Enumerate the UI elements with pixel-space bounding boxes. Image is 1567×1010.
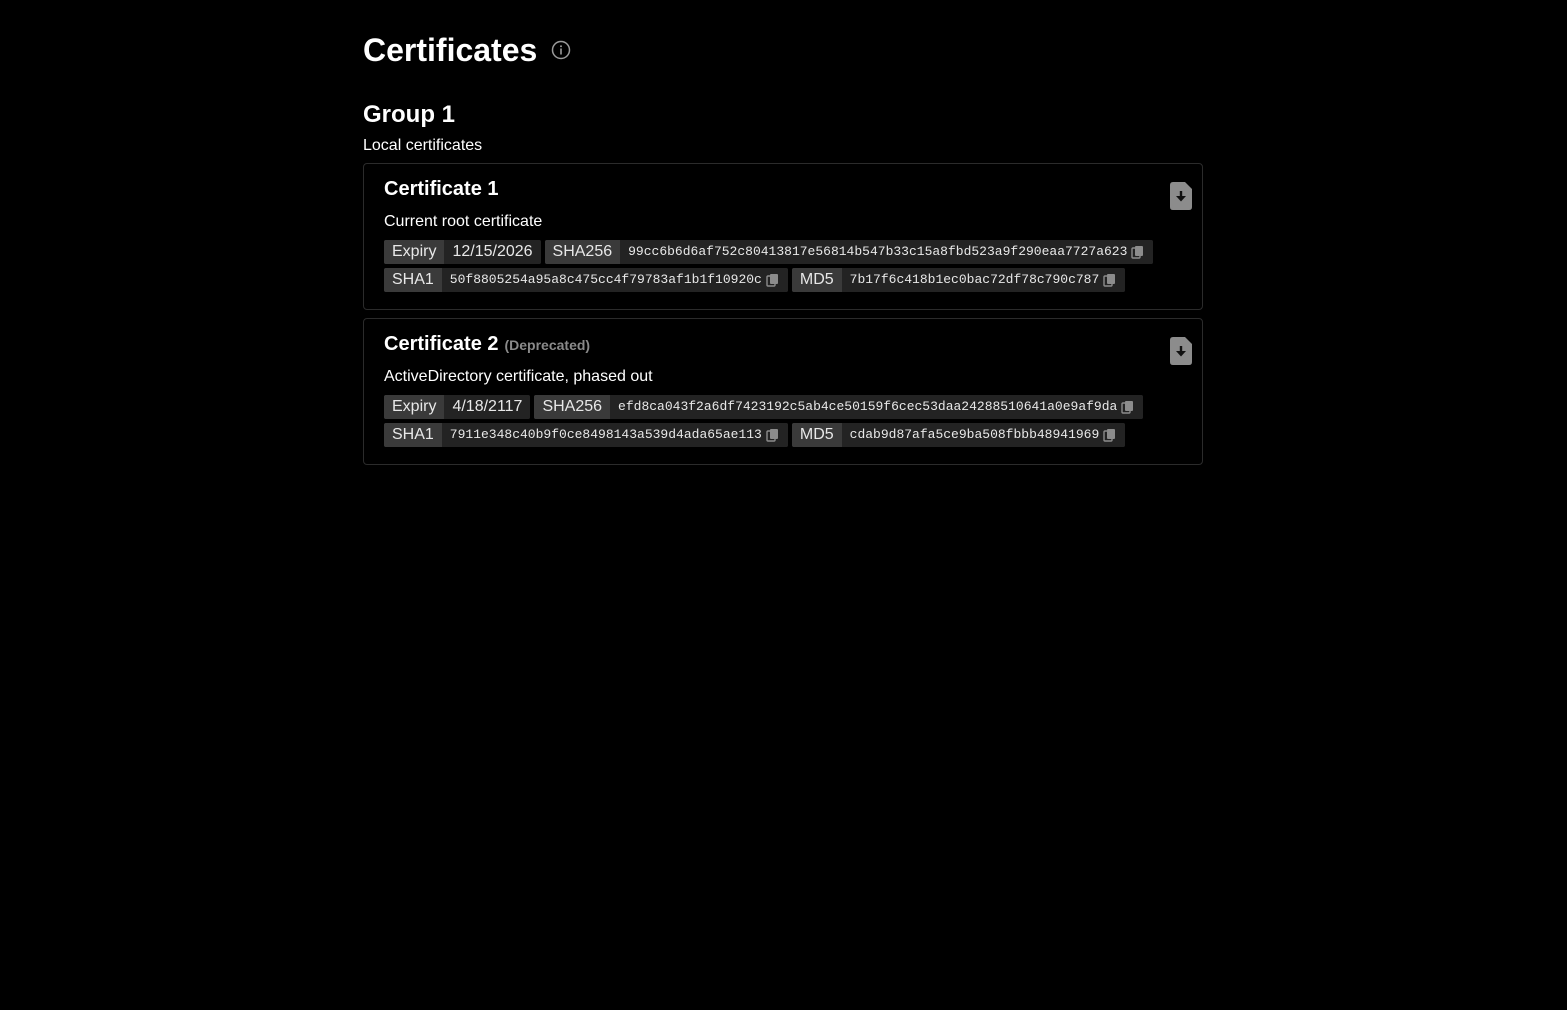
certificate-title: Certificate 2 bbox=[384, 333, 499, 355]
expiry-tag: Expiry 12/15/2026 bbox=[384, 240, 541, 264]
sha1-value: 7911e348c40b9f0ce8498143a539d4ada65ae113 bbox=[449, 427, 762, 442]
expiry-label: Expiry bbox=[384, 240, 445, 264]
copy-icon[interactable] bbox=[1103, 428, 1117, 442]
sha256-tag: SHA256 efd8ca043f2a6df7423192c5ab4ce5015… bbox=[534, 395, 1144, 419]
md5-value: 7b17f6c418b1ec0bac72df78c790c787 bbox=[849, 272, 1100, 287]
copy-icon[interactable] bbox=[1121, 400, 1135, 414]
sha1-value-wrap: 50f8805254a95a8c475cc4f79783af1b1f10920c bbox=[441, 268, 788, 292]
sha1-label: SHA1 bbox=[384, 423, 442, 447]
md5-value-wrap: 7b17f6c418b1ec0bac72df78c790c787 bbox=[841, 268, 1126, 292]
md5-label: MD5 bbox=[791, 423, 842, 447]
sha1-value-wrap: 7911e348c40b9f0ce8498143a539d4ada65ae113 bbox=[441, 423, 788, 447]
copy-icon[interactable] bbox=[1103, 273, 1117, 287]
certificate-tags-row: Expiry 4/18/2117 SHA256 efd8ca043f2a6df7… bbox=[384, 395, 1182, 419]
sha256-value: efd8ca043f2a6df7423192c5ab4ce50159f6cec5… bbox=[618, 399, 1118, 414]
sha256-label: SHA256 bbox=[544, 240, 621, 264]
expiry-label: Expiry bbox=[384, 395, 445, 419]
certificate-title: Certificate 1 bbox=[384, 178, 499, 200]
md5-label: MD5 bbox=[791, 268, 842, 292]
expiry-value: 4/18/2117 bbox=[444, 395, 531, 419]
sha1-label: SHA1 bbox=[384, 268, 442, 292]
certificate-tags-row: SHA1 7911e348c40b9f0ce8498143a539d4ada65… bbox=[384, 423, 1182, 447]
page-title: Certificates bbox=[363, 32, 538, 68]
md5-value-wrap: cdab9d87afa5ce9ba508fbbb48941969 bbox=[841, 423, 1126, 447]
info-icon[interactable] bbox=[551, 40, 571, 60]
sha256-tag: SHA256 99cc6b6d6af752c80413817e56814b547… bbox=[544, 240, 1154, 264]
certificate-title-row: Certificate 2 (Deprecated) bbox=[384, 333, 1182, 361]
copy-icon[interactable] bbox=[766, 273, 780, 287]
download-certificate-icon[interactable] bbox=[1170, 182, 1192, 210]
certificate-title-row: Certificate 1 bbox=[384, 178, 1182, 206]
certificate-status: (Deprecated) bbox=[504, 337, 591, 353]
certificate-list: Certificate 1 Current root certificate E… bbox=[363, 163, 1203, 473]
sha1-value: 50f8805254a95a8c475cc4f79783af1b1f10920c bbox=[449, 272, 762, 287]
sha256-value-wrap: 99cc6b6d6af752c80413817e56814b547b33c15a… bbox=[620, 240, 1154, 264]
certificate-description: ActiveDirectory certificate, phased out bbox=[384, 368, 653, 385]
sha256-label: SHA256 bbox=[534, 395, 611, 419]
certificate-card: Certificate 2 (Deprecated) ActiveDirecto… bbox=[363, 318, 1203, 465]
group-title: Group 1 bbox=[363, 101, 456, 128]
certificate-description: Current root certificate bbox=[384, 213, 543, 230]
page-header: Certificates bbox=[363, 25, 1203, 75]
copy-icon[interactable] bbox=[766, 428, 780, 442]
certificate-tags-row: Expiry 12/15/2026 SHA256 99cc6b6d6af752c… bbox=[384, 240, 1182, 264]
certificates-page: Certificates Group 1 Local certificates … bbox=[363, 0, 1203, 465]
copy-icon[interactable] bbox=[1131, 245, 1145, 259]
md5-tag: MD5 7b17f6c418b1ec0bac72df78c790c787 bbox=[791, 268, 1126, 292]
expiry-tag: Expiry 4/18/2117 bbox=[384, 395, 531, 419]
download-certificate-icon[interactable] bbox=[1170, 337, 1192, 365]
group-subtitle: Local certificates bbox=[363, 137, 483, 154]
md5-tag: MD5 cdab9d87afa5ce9ba508fbbb48941969 bbox=[791, 423, 1126, 447]
sha256-value: 99cc6b6d6af752c80413817e56814b547b33c15a… bbox=[628, 244, 1128, 259]
sha1-tag: SHA1 7911e348c40b9f0ce8498143a539d4ada65… bbox=[384, 423, 788, 447]
certificate-tags-row: SHA1 50f8805254a95a8c475cc4f79783af1b1f1… bbox=[384, 268, 1182, 292]
sha1-tag: SHA1 50f8805254a95a8c475cc4f79783af1b1f1… bbox=[384, 268, 788, 292]
sha256-value-wrap: efd8ca043f2a6df7423192c5ab4ce50159f6cec5… bbox=[610, 395, 1144, 419]
md5-value: cdab9d87afa5ce9ba508fbbb48941969 bbox=[849, 427, 1100, 442]
certificate-card: Certificate 1 Current root certificate E… bbox=[363, 163, 1203, 310]
expiry-value: 12/15/2026 bbox=[444, 240, 541, 264]
